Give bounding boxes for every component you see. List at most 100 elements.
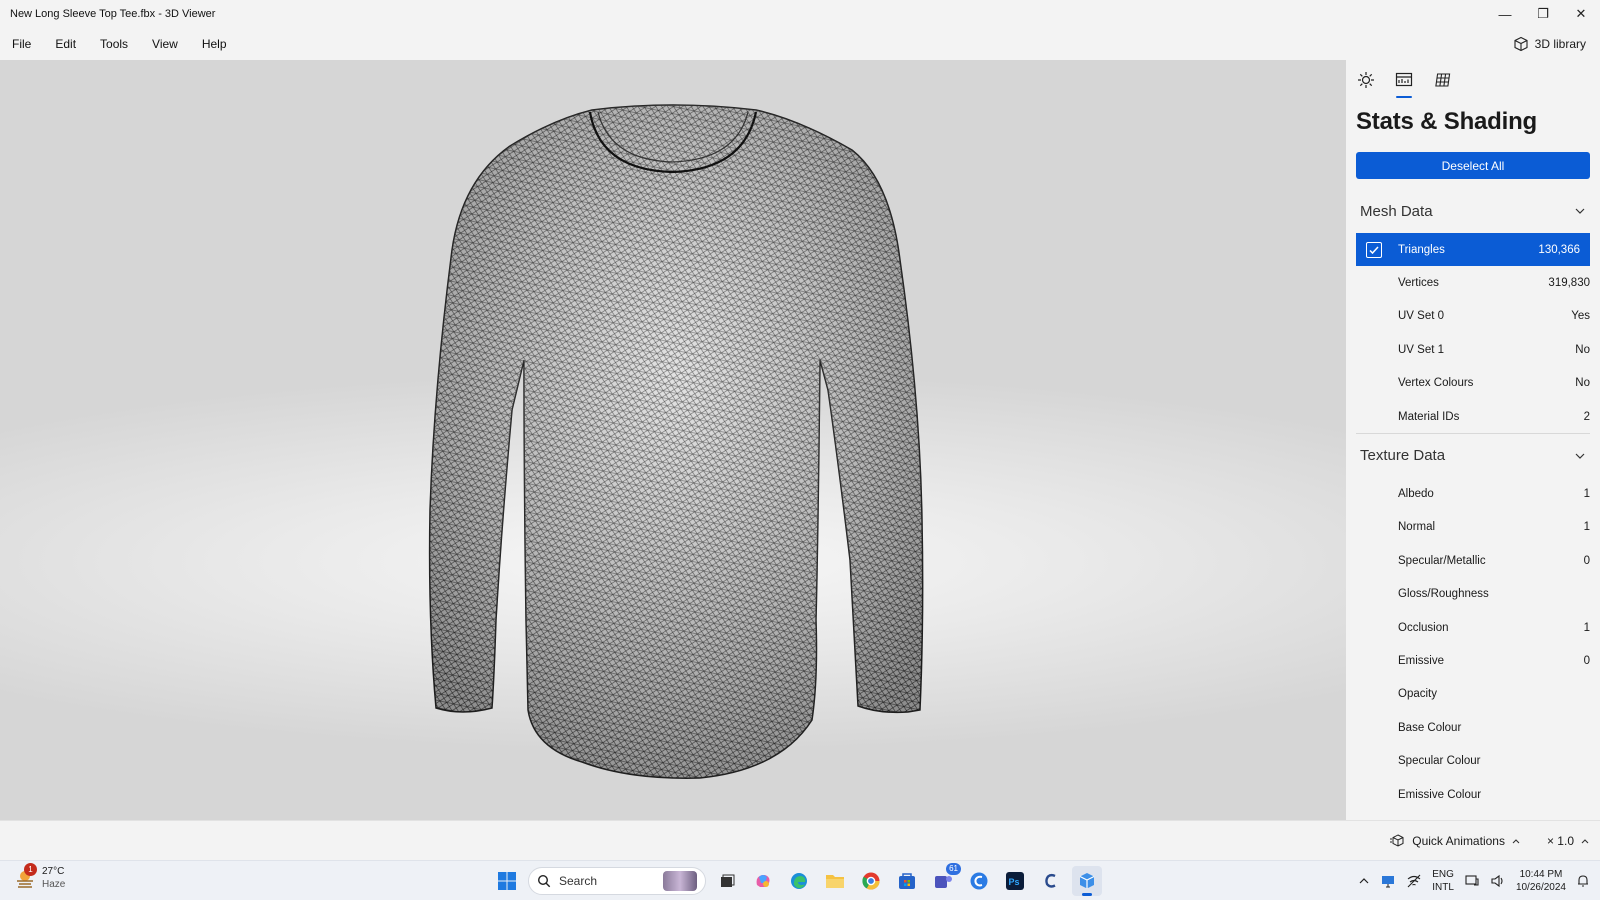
weather-badge: 1 xyxy=(24,863,37,876)
lang-layout: INTL xyxy=(1432,882,1454,893)
store-button[interactable] xyxy=(892,866,922,896)
clock[interactable]: 10:44 PM 10/26/2024 xyxy=(1516,868,1566,894)
row-label: Emissive xyxy=(1398,654,1445,667)
stats-icon xyxy=(1395,72,1413,87)
weather-icon-wrap: 1 xyxy=(14,863,37,889)
mesh-row-material-ids[interactable]: Material IDs 2 xyxy=(1346,400,1600,433)
clock-time: 10:44 PM xyxy=(1519,869,1563,880)
chrome-button[interactable] xyxy=(856,866,886,896)
taskbar-search[interactable]: Search xyxy=(528,867,706,895)
menu-file[interactable]: File xyxy=(0,28,43,60)
teams-badge: 61 xyxy=(946,863,961,875)
minimize-button[interactable]: — xyxy=(1486,0,1524,28)
edge-button[interactable] xyxy=(784,866,814,896)
row-value: Yes xyxy=(1571,310,1590,323)
file-explorer-button[interactable] xyxy=(820,866,850,896)
lighting-tab[interactable] xyxy=(1356,70,1376,90)
texture-row-emissive-colour[interactable]: Emissive Colour xyxy=(1346,778,1600,811)
row-value: 1 xyxy=(1583,521,1590,534)
weather-text: 27°C Haze xyxy=(42,865,65,891)
close-button[interactable]: ✕ xyxy=(1562,0,1600,28)
chevron-up-icon xyxy=(1512,838,1520,843)
3d-library-button[interactable]: 3D library xyxy=(1513,36,1600,52)
mesh-row-triangles[interactable]: Triangles 130,366 xyxy=(1356,233,1590,267)
copilot-button[interactable] xyxy=(748,866,778,896)
close-icon: ✕ xyxy=(1575,6,1587,21)
network-off-icon[interactable] xyxy=(1406,873,1422,889)
3d-viewer-button[interactable] xyxy=(1072,866,1102,896)
texture-row-normal[interactable]: Normal 1 xyxy=(1346,511,1600,544)
row-label: UV Set 1 xyxy=(1398,343,1445,356)
row-label: Emissive Colour xyxy=(1398,788,1482,801)
search-highlight-icon xyxy=(663,871,697,891)
lang-code: ENG xyxy=(1432,869,1454,880)
grid-tab[interactable] xyxy=(1432,70,1452,90)
row-value: 1 xyxy=(1583,621,1590,634)
texture-row-opacity[interactable]: Opacity xyxy=(1346,678,1600,711)
speed-selector[interactable]: × 1.0 xyxy=(1547,834,1590,848)
volume-icon[interactable] xyxy=(1490,873,1506,889)
display-icon[interactable] xyxy=(1464,873,1480,889)
texture-data-header[interactable]: Texture Data xyxy=(1356,433,1590,477)
texture-row-gloss-roughness[interactable]: Gloss/Roughness xyxy=(1346,578,1600,611)
panel-title: Stats & Shading xyxy=(1356,108,1538,135)
texture-row-base-colour[interactable]: Base Colour xyxy=(1346,711,1600,744)
row-label: Albedo xyxy=(1398,488,1434,501)
row-value: No xyxy=(1575,343,1590,356)
texture-row-specular-colour[interactable]: Specular Colour xyxy=(1346,744,1600,777)
app-c-button[interactable] xyxy=(1036,866,1066,896)
row-label: Specular/Metallic xyxy=(1398,554,1486,567)
chevron-up-icon[interactable] xyxy=(1358,875,1370,887)
clock-date: 10/26/2024 xyxy=(1515,882,1566,893)
start-button[interactable] xyxy=(492,866,522,896)
chevron-down-icon xyxy=(1575,453,1585,459)
edge-icon xyxy=(791,873,807,889)
mesh-data-header[interactable]: Mesh Data xyxy=(1346,189,1600,233)
photoshop-button[interactable]: Ps xyxy=(1000,866,1030,896)
language-indicator[interactable]: ENG INTL xyxy=(1432,868,1454,894)
menu-help[interactable]: Help xyxy=(190,28,239,60)
texture-row-occlusion[interactable]: Occlusion 1 xyxy=(1346,611,1600,644)
menu-tools[interactable]: Tools xyxy=(88,28,140,60)
animation-bar: Quick Animations × 1.0 xyxy=(0,820,1600,860)
quick-animations-button[interactable]: Quick Animations xyxy=(1390,834,1521,848)
deselect-all-button[interactable]: Deselect All xyxy=(1356,152,1590,179)
chevron-down-icon xyxy=(1575,208,1585,214)
monitor-icon[interactable] xyxy=(1380,873,1396,889)
mesh-row-vertices[interactable]: Vertices 319,830 xyxy=(1346,266,1600,299)
row-value: 130,366 xyxy=(1538,243,1580,256)
menu-bar: File Edit Tools View Help 3D library xyxy=(0,28,1600,60)
checkbox-checked[interactable] xyxy=(1366,241,1382,258)
3d-library-label: 3D library xyxy=(1534,37,1586,51)
search-placeholder: Search xyxy=(559,874,598,888)
row-label: Opacity xyxy=(1398,688,1437,701)
mesh-row-uv-set-0[interactable]: UV Set 0 Yes xyxy=(1346,300,1600,333)
task-view-button[interactable] xyxy=(712,866,742,896)
stats-tab[interactable] xyxy=(1394,70,1414,98)
windows-icon xyxy=(498,872,516,890)
row-value: 2 xyxy=(1583,410,1590,423)
restore-button[interactable]: ❐ xyxy=(1524,0,1562,28)
menu-edit[interactable]: Edit xyxy=(43,28,88,60)
mesh-row-uv-set-1[interactable]: UV Set 1 No xyxy=(1346,333,1600,366)
taskbar: 1 27°C Haze Search 61 Ps ENG INTL 10:44 … xyxy=(0,860,1600,900)
texture-row-albedo[interactable]: Albedo 1 xyxy=(1346,477,1600,510)
panel-tabs xyxy=(1346,60,1600,100)
photoshop-icon: Ps xyxy=(1006,872,1024,890)
texture-row-emissive[interactable]: Emissive 0 xyxy=(1346,644,1600,677)
menu-view[interactable]: View xyxy=(140,28,190,60)
mesh-data-label: Mesh Data xyxy=(1360,202,1433,220)
teams-button[interactable]: 61 xyxy=(928,863,961,896)
weather-widget[interactable]: 1 27°C Haze xyxy=(14,863,65,891)
search-icon xyxy=(537,874,551,888)
texture-row-specular-metallic[interactable]: Specular/Metallic 0 xyxy=(1346,544,1600,577)
notification-bell-icon[interactable] xyxy=(1576,874,1590,888)
stats-panel: Stats & Shading Deselect All Mesh Data T… xyxy=(1346,60,1600,820)
row-label: Occlusion xyxy=(1398,621,1449,634)
row-label: Base Colour xyxy=(1398,721,1462,734)
mesh-row-vertex-colours[interactable]: Vertex Colours No xyxy=(1346,367,1600,400)
copilot-app-button[interactable] xyxy=(964,866,994,896)
minimize-icon: — xyxy=(1498,6,1512,22)
3d-viewport[interactable] xyxy=(0,60,1346,820)
row-label: UV Set 0 xyxy=(1398,310,1445,323)
